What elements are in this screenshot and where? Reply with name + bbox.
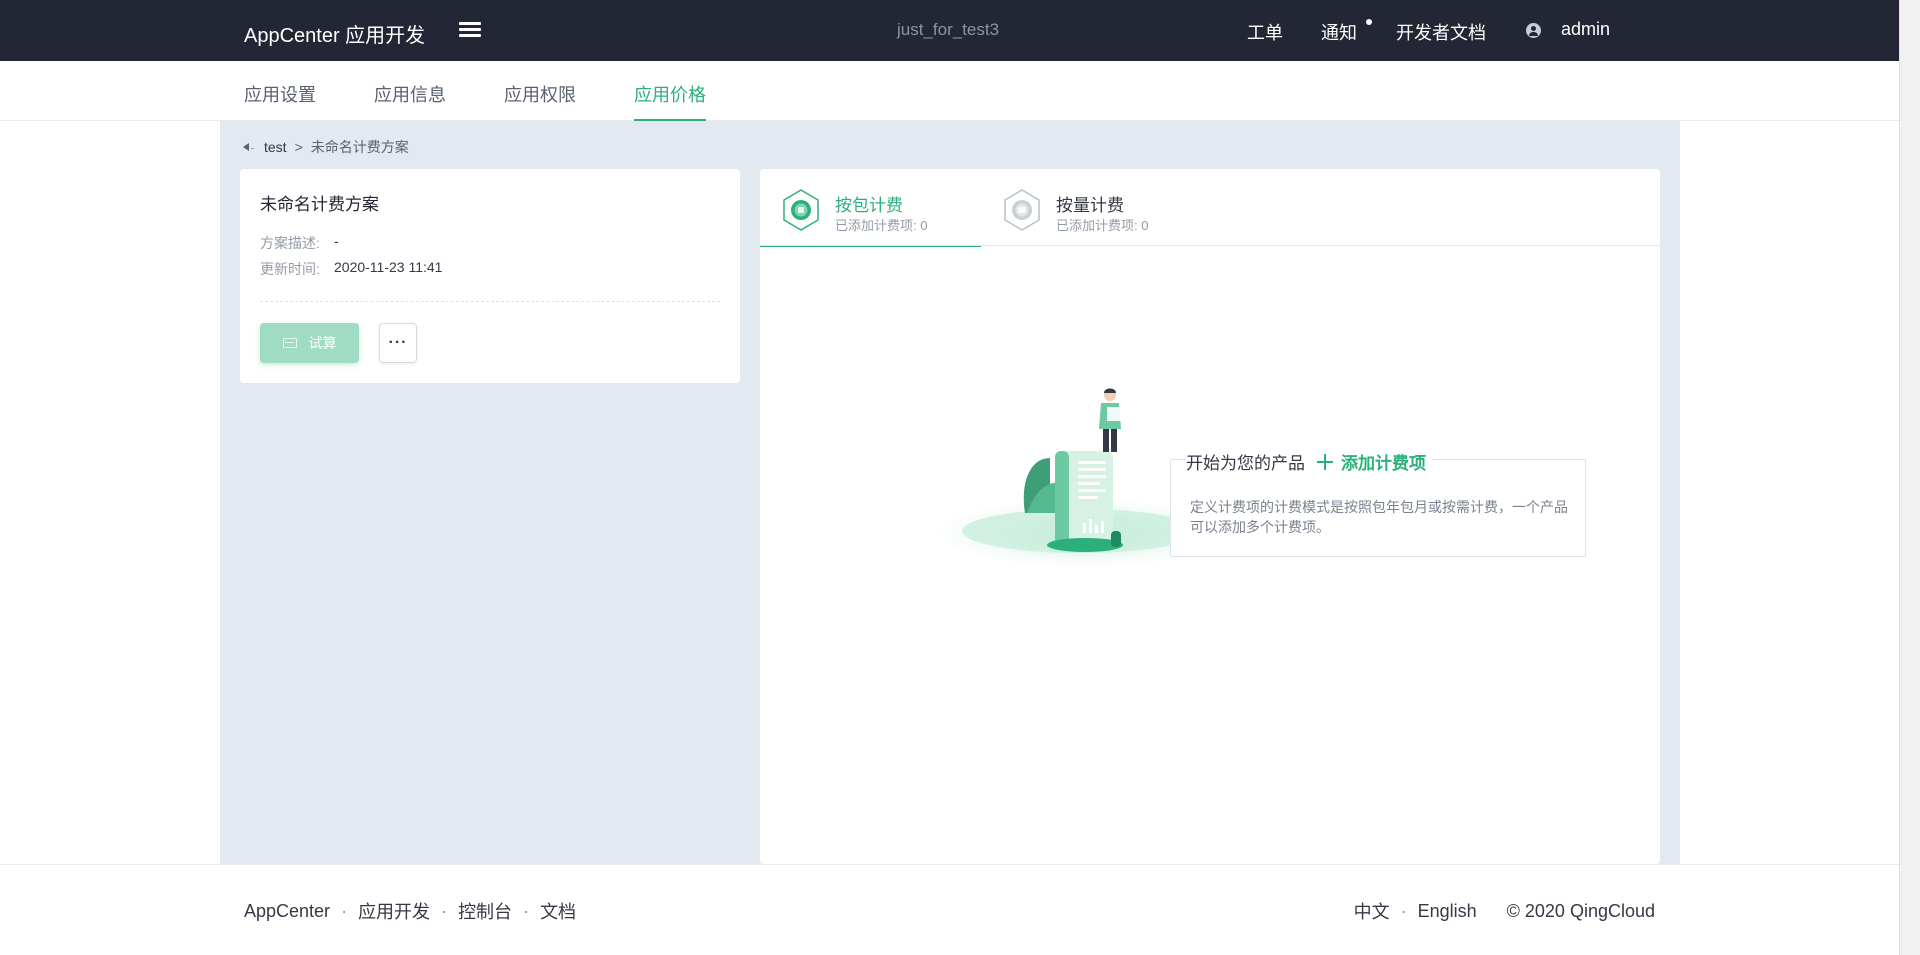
tab-package-billing[interactable]: 按包计费 已添加计费项: 0 (760, 169, 981, 247)
footer-separator: · (341, 900, 348, 921)
hamburger-menu-icon[interactable] (458, 19, 482, 43)
app-sub-nav: 应用设置 应用信息 应用权限 应用价格 (0, 61, 1899, 121)
back-icon[interactable] (242, 140, 256, 154)
copyright: © 2020 QingCloud (1506, 900, 1655, 921)
plan-updated-row: 更新时间: 2020-11-23 11:41 (260, 259, 442, 279)
top-bar: AppCenter 应用开发 just_for_test3 工单 通知 开发者文… (0, 0, 1899, 61)
empty-state-headline-text: 开始为您的产品 (1186, 454, 1305, 473)
tab-app-info[interactable]: 应用信息 (374, 81, 446, 121)
calculator-icon (282, 338, 297, 348)
package-billing-count: 已添加计费项: 0 (835, 218, 928, 233)
footer-link-appcenter[interactable]: AppCenter (244, 901, 330, 922)
more-actions-button[interactable]: ··· (379, 323, 417, 363)
footer-separator: · (523, 900, 530, 921)
trial-calc-button[interactable]: 试算 (260, 323, 359, 363)
footer: AppCenter · 应用开发 · 控制台 · 文档 中文 · English… (0, 864, 1899, 955)
add-billing-item-label: 添加计费项 (1341, 454, 1426, 473)
brand-title[interactable]: AppCenter 应用开发 (244, 19, 425, 48)
footer-links: AppCenter · 应用开发 · 控制台 · 文档 (244, 898, 576, 924)
usage-billing-count: 已添加计费项: 0 (1056, 218, 1149, 233)
plan-description-label: 方案描述: (260, 235, 320, 251)
page-scrollbar[interactable] (1899, 0, 1920, 955)
plan-description-value: - (334, 233, 339, 249)
trial-calc-label: 试算 (308, 335, 337, 351)
usage-billing-icon (1004, 189, 1040, 231)
plan-updated-label: 更新时间: (260, 261, 320, 277)
user-name[interactable]: admin (1561, 19, 1610, 40)
nav-notifications[interactable]: 通知 (1321, 19, 1357, 45)
add-billing-item-button[interactable]: 添加计费项 (1317, 449, 1426, 474)
tabs-divider (760, 245, 1660, 246)
usage-billing-title: 按量计费 (1056, 196, 1124, 215)
nav-dev-docs[interactable]: 开发者文档 (1396, 19, 1486, 45)
plan-card: 未命名计费方案 方案描述: - 更新时间: 2020-11-23 11:41 试… (240, 169, 740, 383)
footer-link-console[interactable]: 控制台 (458, 898, 512, 924)
breadcrumb-current: 未命名计费方案 (310, 139, 409, 155)
empty-state-headline: 开始为您的产品 添加计费项 (1186, 449, 1432, 474)
footer-separator: · (441, 900, 448, 921)
empty-state-description: 定义计费项的计费模式是按照包年包月或按需计费，一个产品可以添加多个计费项。 (1190, 499, 1568, 535)
tab-app-pricing[interactable]: 应用价格 (634, 81, 706, 121)
tab-app-permissions[interactable]: 应用权限 (504, 81, 576, 121)
breadcrumb-parent[interactable]: test (264, 139, 287, 155)
footer-link-app-dev[interactable]: 应用开发 (358, 898, 430, 924)
tab-usage-billing[interactable]: 按量计费 已添加计费项: 0 (981, 169, 1202, 247)
user-icon[interactable] (1526, 23, 1541, 38)
breadcrumb-separator: > (294, 139, 303, 155)
divider (260, 301, 720, 302)
plus-icon (1317, 453, 1333, 470)
lang-en-link[interactable]: English (1418, 901, 1477, 922)
plan-description-row: 方案描述: - (260, 233, 339, 253)
notification-dot-icon (1366, 19, 1372, 25)
tab-app-settings[interactable]: 应用设置 (244, 81, 316, 121)
footer-separator: · (1400, 900, 1407, 921)
lang-zh-link[interactable]: 中文 (1354, 898, 1390, 924)
plan-title: 未命名计费方案 (260, 195, 379, 214)
footer-link-docs[interactable]: 文档 (540, 898, 576, 924)
project-name[interactable]: just_for_test3 (897, 20, 999, 40)
nav-tickets[interactable]: 工单 (1247, 19, 1283, 45)
footer-right: 中文 · English © 2020 QingCloud (1354, 898, 1655, 924)
breadcrumb: test > 未命名计费方案 (242, 137, 409, 157)
package-billing-icon (783, 189, 819, 231)
plan-updated-value: 2020-11-23 11:41 (334, 259, 443, 275)
package-billing-title: 按包计费 (835, 196, 903, 215)
